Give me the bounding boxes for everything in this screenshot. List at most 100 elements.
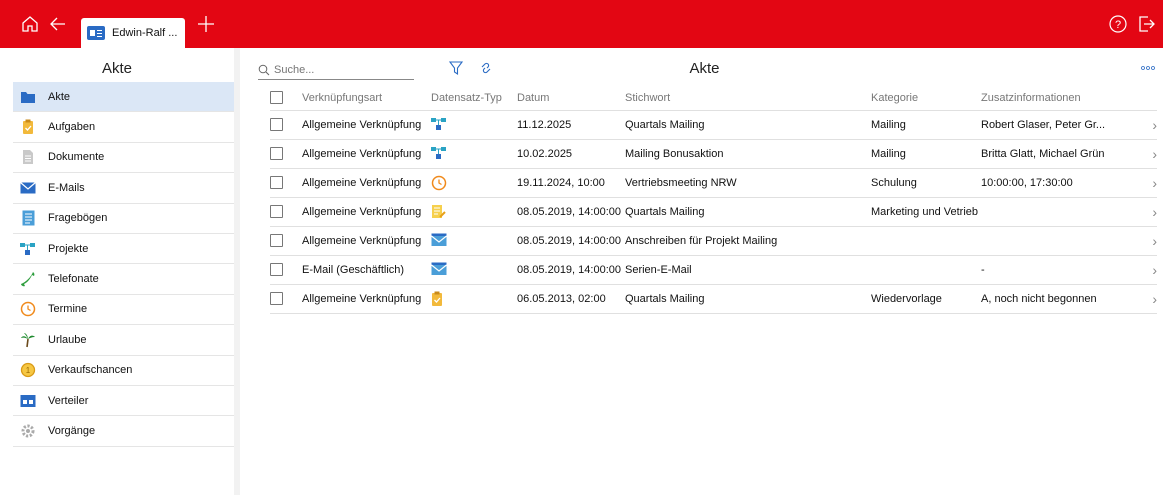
sidebar-list: Akte Aufgaben Dokumente E-Mails Fragebög… <box>13 82 234 447</box>
link-type-cell: Allgemeine Verknüpfung <box>302 284 431 314</box>
chevron-right-icon[interactable]: › <box>1135 226 1157 256</box>
sidebar-item-dokumente[interactable]: Dokumente <box>13 143 234 174</box>
info-cell: - <box>981 255 1135 285</box>
filter-icon[interactable] <box>448 60 464 76</box>
category-cell <box>871 226 981 256</box>
help-icon[interactable]: ? <box>1106 12 1130 36</box>
records-table: Verknüpfungsart Datensatz-Typ Datum Stic… <box>270 86 1157 314</box>
category-cell: Wiedervorlage <box>871 284 981 314</box>
clock-icon <box>20 301 36 317</box>
coin-icon: 1 <box>20 362 36 378</box>
project-icon <box>20 241 36 257</box>
date-cell: 08.05.2019, 14:00:00 <box>517 197 625 227</box>
sidebar-item-aufgaben[interactable]: Aufgaben <box>13 112 234 143</box>
sidebar-item-telefonate[interactable]: Telefonate <box>13 264 234 295</box>
link-type-cell: Allgemeine Verknüpfung <box>302 139 431 169</box>
table-row[interactable]: E-Mail (Geschäftlich) 08.05.2019, 14:00:… <box>270 255 1157 285</box>
date-cell: 11.12.2025 <box>517 110 625 140</box>
row-checkbox[interactable] <box>270 147 283 160</box>
sidebar-item-frageboegen[interactable]: Fragebögen <box>13 204 234 234</box>
sidebar-item-projekte[interactable]: Projekte <box>13 234 234 265</box>
questionnaire-icon <box>20 210 36 226</box>
select-all-checkbox[interactable] <box>270 91 283 105</box>
envelope-icon <box>20 180 36 196</box>
chevron-right-icon[interactable]: › <box>1135 168 1157 198</box>
column-header[interactable]: Datum <box>517 86 625 111</box>
column-header[interactable]: Verknüpfungsart <box>302 86 431 111</box>
column-header[interactable]: Kategorie <box>871 86 981 111</box>
tab-label: Edwin-Ralf ... <box>112 27 178 39</box>
search-input[interactable] <box>274 63 404 76</box>
column-header[interactable]: Zusatzinformationen <box>981 86 1135 111</box>
envelope-icon <box>431 233 447 249</box>
sidebar-item-emails[interactable]: E-Mails <box>13 173 234 204</box>
row-checkbox[interactable] <box>270 176 283 189</box>
table-row[interactable]: Allgemeine Verknüpfung 11.12.2025 Quarta… <box>270 110 1157 140</box>
tab-contact[interactable]: Edwin-Ralf ... <box>81 18 185 48</box>
info-cell <box>981 226 1135 256</box>
info-cell <box>981 197 1135 227</box>
svg-text:1: 1 <box>26 366 31 375</box>
column-header[interactable]: Datensatz-Typ <box>431 86 517 111</box>
sidebar-item-vorgaenge[interactable]: Vorgänge <box>13 416 234 447</box>
date-cell: 08.05.2019, 14:00:00 <box>517 255 625 285</box>
row-checkbox[interactable] <box>270 205 283 218</box>
chevron-right-icon[interactable]: › <box>1135 284 1157 314</box>
logout-icon[interactable] <box>1134 12 1158 36</box>
info-cell: Britta Glatt, Michael Grün <box>981 139 1135 169</box>
info-cell: Robert Glaser, Peter Gr... <box>981 110 1135 140</box>
table-row[interactable]: Allgemeine Verknüpfung 10.02.2025 Mailin… <box>270 139 1157 169</box>
sidebar-item-verkaufschancen[interactable]: 1 Verkaufschancen <box>13 356 234 386</box>
sidebar-item-urlaube[interactable]: Urlaube <box>13 325 234 356</box>
chevron-right-icon[interactable]: › <box>1135 255 1157 285</box>
date-cell: 06.05.2013, 02:00 <box>517 284 625 314</box>
keyword-cell: Anschreiben für Projekt Mailing <box>625 226 871 256</box>
palm-tree-icon <box>20 332 36 348</box>
back-arrow-icon[interactable] <box>46 12 70 36</box>
project-icon <box>431 146 447 162</box>
sidebar-item-label: Projekte <box>48 242 89 255</box>
main-panel: Akte Verknüpfungsart Datensatz-Typ Datum… <box>246 48 1163 495</box>
keyword-cell: Quartals Mailing <box>625 284 871 314</box>
row-checkbox[interactable] <box>270 292 283 305</box>
top-bar: Edwin-Ralf ... ? <box>0 0 1163 48</box>
keyword-cell: Serien-E-Mail <box>625 255 871 285</box>
link-type-cell: Allgemeine Verknüpfung <box>302 197 431 227</box>
row-checkbox[interactable] <box>270 263 283 276</box>
row-checkbox[interactable] <box>270 234 283 247</box>
info-cell: 10:00:00, 17:30:00 <box>981 168 1135 198</box>
keyword-cell: Mailing Bonusaktion <box>625 139 871 169</box>
link-type-cell: Allgemeine Verknüpfung <box>302 226 431 256</box>
sidebar-item-label: Dokumente <box>48 151 105 164</box>
sidebar-item-termine[interactable]: Termine <box>13 295 234 326</box>
clock-icon <box>431 175 447 191</box>
table-row[interactable]: Allgemeine Verknüpfung 19.11.2024, 10:00… <box>270 168 1157 198</box>
table-row[interactable]: Allgemeine Verknüpfung 08.05.2019, 14:00… <box>270 226 1157 256</box>
link-icon[interactable] <box>478 60 494 76</box>
category-cell: Mailing <box>871 139 981 169</box>
home-icon[interactable] <box>18 12 42 36</box>
sidebar-item-label: Aufgaben <box>48 121 96 134</box>
chevron-right-icon[interactable]: › <box>1135 139 1157 169</box>
search-box <box>258 60 414 80</box>
distribution-list-icon <box>20 393 36 409</box>
sidebar-item-verteiler[interactable]: Verteiler <box>13 386 234 417</box>
column-header[interactable]: Stichwort <box>625 86 871 111</box>
chevron-right-icon[interactable]: › <box>1135 197 1157 227</box>
folder-icon <box>20 89 36 105</box>
add-tab-icon[interactable] <box>194 12 218 36</box>
chevron-right-icon[interactable]: › <box>1135 110 1157 140</box>
link-type-cell: E-Mail (Geschäftlich) <box>302 255 431 285</box>
date-cell: 08.05.2019, 14:00:00 <box>517 226 625 256</box>
phone-icon <box>20 271 36 287</box>
table-header-row: Verknüpfungsart Datensatz-Typ Datum Stic… <box>270 86 1157 111</box>
table-row[interactable]: Allgemeine Verknüpfung 06.05.2013, 02:00… <box>270 284 1157 314</box>
row-checkbox[interactable] <box>270 118 283 131</box>
clipboard-icon <box>20 119 36 135</box>
envelope-icon <box>431 262 447 278</box>
sidebar-item-akte[interactable]: Akte <box>13 82 234 113</box>
table-row[interactable]: Allgemeine Verknüpfung 08.05.2019, 14:00… <box>270 197 1157 227</box>
project-icon <box>431 117 447 133</box>
sidebar-item-label: Telefonate <box>48 273 99 286</box>
more-options-icon[interactable] <box>1141 62 1155 72</box>
